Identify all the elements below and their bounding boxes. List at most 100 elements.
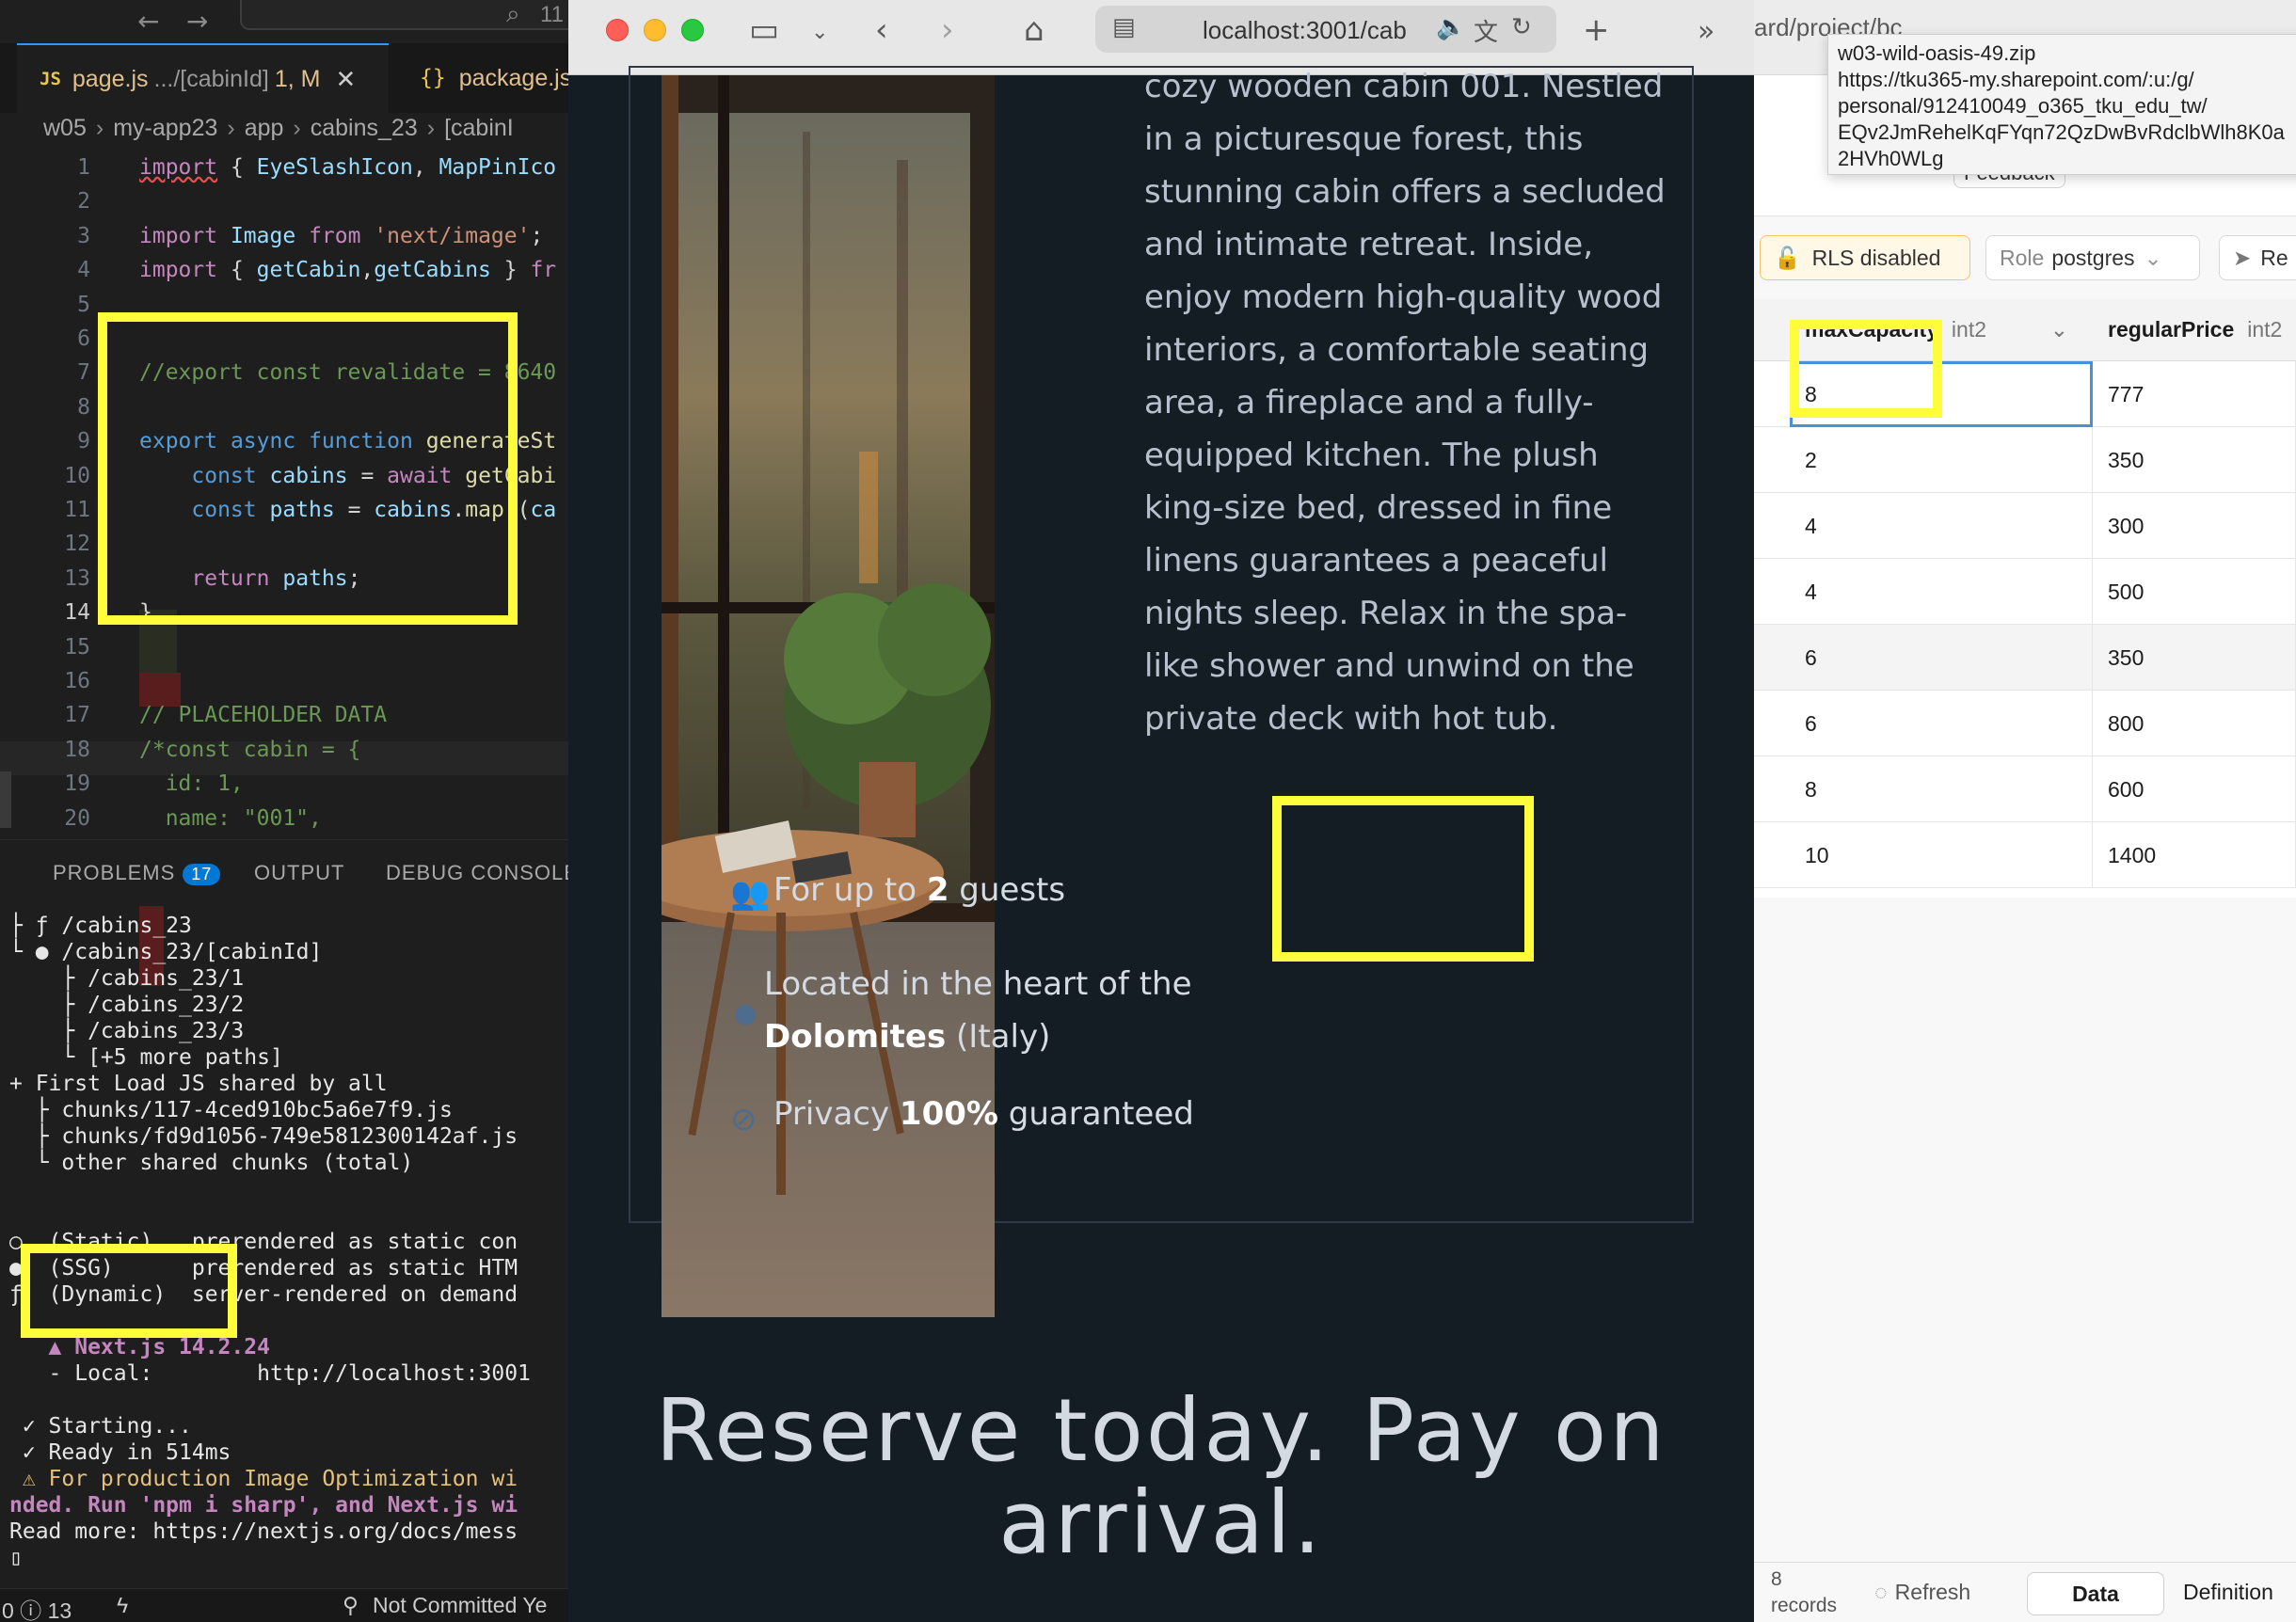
line-number: 2	[77, 189, 90, 215]
table-row[interactable]: 4 300	[1754, 493, 2296, 559]
tab-package-json[interactable]: {} package.js	[405, 43, 568, 113]
new-tab-icon[interactable]: +	[1583, 11, 1610, 49]
terminal-line: └ ● /cabins_23/[cabinId]	[9, 940, 323, 964]
code-line[interactable]: 17 // PLACEHOLDER DATA	[0, 698, 568, 732]
close-icon[interactable]: ✕	[335, 65, 356, 94]
table-row[interactable]: 2 350	[1754, 427, 2296, 493]
chevron-down-icon[interactable]: ⌄	[811, 21, 828, 44]
role-selector[interactable]: Role postgres ⌄	[1985, 235, 2200, 280]
cell-maxcapacity[interactable]: 6	[1790, 625, 2093, 691]
feature-location-pre: Located in the heart of the	[764, 965, 1192, 1003]
refresh-button[interactable]: ◌ Refresh	[1874, 1580, 1970, 1605]
code-line[interactable]: 2	[0, 184, 568, 218]
cell-maxcapacity[interactable]: 6	[1790, 691, 2093, 756]
breadcrumb-item[interactable]: my-app23	[113, 115, 217, 149]
tab-debug-console[interactable]: DEBUG CONSOLE	[386, 861, 568, 885]
column-name: regularPrice	[2108, 317, 2235, 342]
feature-location-bold: Dolomites	[764, 1018, 947, 1056]
rls-label: RLS disabled	[1811, 245, 1941, 270]
back-arrow-icon[interactable]: ←	[137, 6, 159, 37]
table-row[interactable]: 4 500	[1754, 559, 2296, 625]
vscode-titlebar: ← → ⌕ 11	[0, 0, 568, 43]
back-icon[interactable]: ‹	[875, 11, 888, 49]
cell-regularprice[interactable]: 350	[2093, 625, 2296, 691]
code-text: name: "001",	[139, 805, 322, 831]
cell-regularprice[interactable]: 800	[2093, 691, 2296, 756]
cell-maxcapacity[interactable]: 4	[1790, 559, 2093, 625]
code-line[interactable]: 3 import Image from 'next/image';	[0, 219, 568, 253]
url-text[interactable]: localhost:3001/cab	[1203, 16, 1419, 45]
git-status[interactable]: Not Committed Ye	[373, 1593, 547, 1618]
close-window-button[interactable]	[606, 19, 629, 41]
cell-regularprice[interactable]: 777	[2093, 361, 2296, 427]
cell-maxcapacity[interactable]: 2	[1790, 427, 2093, 493]
code-text: import { EyeSlashIcon, MapPinIco	[139, 155, 557, 180]
code-line[interactable]: 18 /*const cabin = {	[0, 733, 568, 767]
lightning-icon[interactable]: ϟ	[117, 1593, 128, 1618]
terminal-line: ├ chunks/117-4ced910bc5a6e7f9.js	[9, 1098, 453, 1122]
tab-problems[interactable]: PROBLEMS 17	[53, 861, 221, 885]
breadcrumb-item[interactable]: [cabinI	[444, 115, 514, 149]
forward-icon[interactable]: ›	[941, 11, 954, 49]
line-number: 1	[77, 155, 90, 180]
code-line[interactable]: 1 import { EyeSlashIcon, MapPinIco	[0, 151, 568, 184]
table-row[interactable]: 6 350	[1754, 625, 2296, 691]
rls-status-chip[interactable]: 🔓 RLS disabled	[1760, 235, 1970, 280]
terminal-line: └ [+5 more paths]	[9, 1045, 283, 1070]
code-line[interactable]: 19 id: 1,	[0, 767, 568, 801]
map-pin-icon: ●	[734, 997, 757, 1028]
cell-regularprice[interactable]: 300	[2093, 493, 2296, 559]
forward-arrow-icon[interactable]: →	[186, 6, 208, 37]
line-number: 10	[64, 463, 90, 488]
code-line[interactable]: 15	[0, 630, 568, 664]
tab-definition[interactable]: Definition	[2183, 1580, 2273, 1605]
sidebar-icon[interactable]: ▭	[749, 11, 779, 49]
refresh-label: Refresh	[1894, 1580, 1971, 1604]
chevron-down-icon[interactable]: ⌄	[2050, 317, 2068, 342]
translate-icon[interactable]: 文	[1474, 13, 1498, 48]
tab-output[interactable]: OUTPUT	[254, 861, 344, 885]
code-text: id: 1,	[139, 771, 244, 797]
editor-tabs: JS page.js .../[cabinId] 1, M ✕ {} packa…	[0, 43, 568, 113]
speaker-icon[interactable]: 🔈	[1436, 13, 1466, 41]
cell-regularprice[interactable]: 600	[2093, 756, 2296, 822]
minimize-window-button[interactable]	[644, 19, 666, 41]
cell-regularprice[interactable]: 350	[2093, 427, 2296, 493]
realtime-chip[interactable]: ➤ Re	[2219, 235, 2296, 280]
terminal-line: ├ ƒ /cabins_23	[9, 914, 192, 938]
cell-regularprice[interactable]: 500	[2093, 559, 2296, 625]
tooltip-line: w03-wild-oasis-49.zip	[1838, 41, 2036, 65]
tab-overview-icon[interactable]: »	[1698, 15, 1714, 48]
code-line[interactable]: 20 name: "001",	[0, 802, 568, 835]
zoom-window-button[interactable]	[681, 19, 704, 41]
cell-maxcapacity[interactable]: 4	[1790, 493, 2093, 559]
terminal-line: Read more: https://nextjs.org/docs/mess	[9, 1519, 518, 1544]
feature-privacy-pre: Privacy	[773, 1095, 900, 1133]
reload-icon[interactable]: ↻	[1511, 13, 1532, 41]
tab-data[interactable]: Data	[2027, 1572, 2164, 1615]
problems-status[interactable]: 0 ⓘ 13	[2, 1593, 72, 1622]
table-row[interactable]: 6 800	[1754, 691, 2296, 756]
line-number: 9	[77, 429, 90, 454]
line-number: 6	[77, 326, 90, 351]
code-line[interactable]: 4 import { getCabin,getCabins } fr	[0, 253, 568, 287]
code-line[interactable]: 16	[0, 664, 568, 698]
line-number: 5	[77, 292, 90, 317]
feature-guests-num: 2	[926, 871, 949, 909]
breadcrumb-item[interactable]: app	[245, 115, 284, 149]
search-text: 11	[540, 2, 564, 27]
cell-maxcapacity[interactable]: 8	[1790, 756, 2093, 822]
cell-maxcapacity[interactable]: 10	[1790, 822, 2093, 888]
search-icon: ⌕	[506, 0, 520, 28]
home-icon[interactable]: ⌂	[1024, 11, 1044, 49]
tab-page-js[interactable]: JS page.js .../[cabinId] 1, M ✕	[17, 43, 389, 113]
breadcrumb-item[interactable]: w05	[43, 115, 87, 149]
supabase-window: ard/project/bc Feedback 🔓 RLS disabled R…	[1754, 0, 2296, 1622]
breadcrumb-item[interactable]: cabins_23	[311, 115, 418, 149]
table-row[interactable]: 8 600	[1754, 756, 2296, 822]
table-row[interactable]: 10 1400	[1754, 822, 2296, 888]
cell-regularprice[interactable]: 1400	[2093, 822, 2296, 888]
column-header-regularprice[interactable]: regularPrice int2	[2093, 299, 2296, 361]
users-icon: 👥	[730, 875, 771, 913]
terminal-line: ├ /cabins_23/2	[9, 993, 245, 1017]
